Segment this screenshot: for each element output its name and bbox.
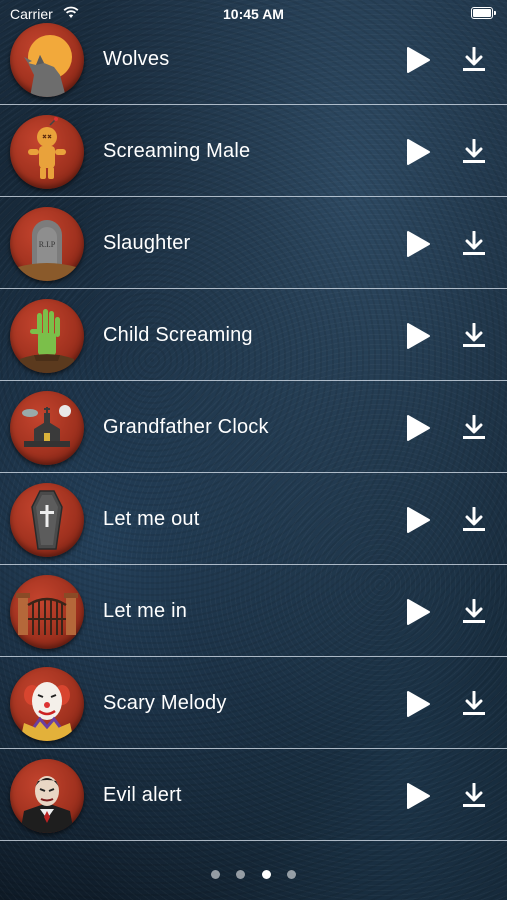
sound-label: Slaughter [103, 232, 191, 254]
download-icon[interactable] [461, 691, 487, 717]
play-icon[interactable] [403, 782, 431, 810]
play-icon[interactable] [403, 46, 431, 74]
download-icon[interactable] [461, 231, 487, 257]
play-icon[interactable] [403, 506, 431, 534]
page-dot[interactable] [236, 870, 246, 879]
sound-row-scary-melody[interactable]: Scary Melody [0, 657, 507, 749]
play-icon[interactable] [403, 138, 431, 166]
sound-label: Screaming Male [103, 140, 251, 162]
sound-label: Grandfather Clock [103, 416, 269, 438]
page-indicator[interactable] [0, 866, 507, 882]
page-dot[interactable] [210, 870, 220, 879]
sound-label: Wolves [103, 48, 170, 70]
play-icon[interactable] [403, 690, 431, 718]
sound-row-grandfather-clock[interactable]: Grandfather Clock [0, 381, 507, 473]
cemetery-gate-icon [10, 575, 84, 649]
sound-row-slaughter[interactable]: R.I.P Slaughter [0, 197, 507, 289]
haunted-house-icon [10, 391, 84, 465]
play-icon[interactable] [403, 230, 431, 258]
voodoo-doll-icon [10, 115, 84, 189]
download-icon[interactable] [461, 139, 487, 165]
tombstone-text: R.I.P [39, 240, 56, 249]
download-icon[interactable] [461, 783, 487, 809]
download-icon[interactable] [461, 323, 487, 349]
sound-label: Scary Melody [103, 692, 227, 714]
download-icon[interactable] [461, 599, 487, 625]
download-icon[interactable] [461, 47, 487, 73]
download-icon[interactable] [461, 507, 487, 533]
sound-row-wolves[interactable]: Wolves [0, 13, 507, 105]
download-icon[interactable] [461, 415, 487, 441]
sound-row-evil-alert[interactable]: Evil alert [0, 749, 507, 841]
wolf-icon [10, 23, 84, 97]
sound-row-let-me-out[interactable]: Let me out [0, 473, 507, 565]
sound-row-screaming-male[interactable]: Screaming Male [0, 105, 507, 197]
sound-label: Child Screaming [103, 324, 253, 346]
sound-label: Let me in [103, 600, 188, 622]
page-dot[interactable] [287, 870, 297, 879]
status-time: 10:45 AM [223, 6, 284, 22]
play-icon[interactable] [403, 322, 431, 350]
coffin-icon [10, 483, 84, 557]
status-bar: Carrier 10:45 AM [0, 0, 507, 26]
play-icon[interactable] [403, 414, 431, 442]
zombie-hand-icon [10, 299, 84, 373]
clown-icon [10, 667, 84, 741]
sound-row-child-screaming[interactable]: Child Screaming [0, 289, 507, 381]
page-dot-active[interactable] [261, 870, 271, 879]
tombstone-icon: R.I.P [10, 207, 84, 281]
battery-icon [471, 7, 496, 19]
sound-label: Evil alert [103, 784, 182, 806]
play-icon[interactable] [403, 598, 431, 626]
sound-row-let-me-in[interactable]: Let me in [0, 565, 507, 657]
sound-list: Wolves Screaming Male R.I.P Slaughter Ch… [0, 13, 507, 841]
sound-label: Let me out [103, 508, 200, 530]
vampire-icon [10, 759, 84, 833]
